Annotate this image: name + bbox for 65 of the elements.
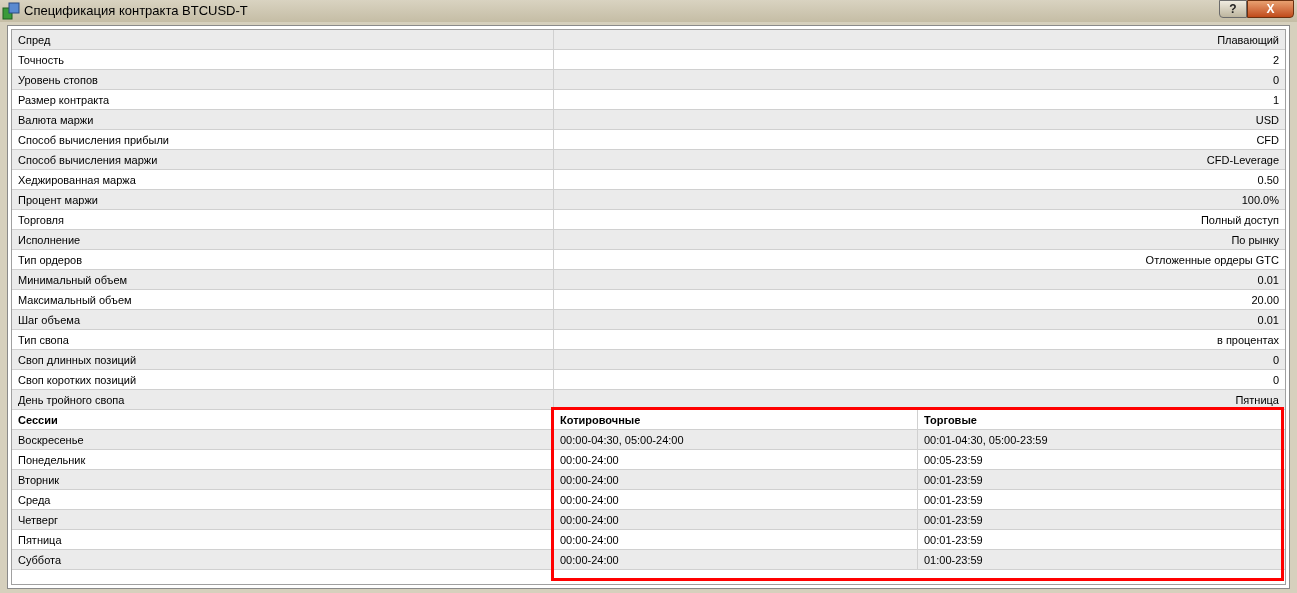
property-label: Своп коротких позиций [12,370,554,389]
property-label: Процент маржи [12,190,554,209]
trade-session: 00:05-23:59 [923,453,984,468]
day-label: Понедельник [12,450,554,469]
property-value: 0 [1271,353,1280,368]
property-value: Плавающий [1216,33,1280,48]
property-label: Размер контракта [12,90,554,109]
property-label: Тип свопа [12,330,554,349]
property-value: Пятница [1234,393,1280,408]
property-label: Шаг объема [12,310,554,329]
help-button[interactable]: ? [1219,0,1247,18]
property-label: Точность [12,50,554,69]
column-header: Торговые [923,413,978,428]
property-value: 100.0% [1240,193,1280,208]
quote-session: 00:00-24:00 [554,490,918,509]
day-label: Пятница [12,530,554,549]
property-label: Спред [12,30,554,49]
property-label: Своп длинных позиций [12,350,554,369]
day-label: Среда [12,490,554,509]
property-label: День тройного свопа [12,390,554,409]
property-value: 2 [1271,53,1280,68]
trade-session: 00:01-23:59 [923,513,984,528]
trade-session: 00:01-04:30, 05:00-23:59 [923,433,1049,448]
app-icon [2,2,20,20]
property-value: 0 [1271,73,1280,88]
property-value: 1 [1271,93,1280,108]
property-label: Торговля [12,210,554,229]
property-label: Хеджированная маржа [12,170,554,189]
property-label: Максимальный объем [12,290,554,309]
property-value: 20.00 [1250,293,1280,308]
property-value: Полный доступ [1199,213,1280,228]
quote-session: 00:00-24:00 [554,470,918,489]
property-value: 0.01 [1256,313,1280,328]
quote-session: 00:00-04:30, 05:00-24:00 [554,430,918,449]
trade-session: 01:00-23:59 [923,553,984,568]
quote-session: 00:00-24:00 [554,510,918,529]
property-label: Минимальный объем [12,270,554,289]
trade-session: 00:01-23:59 [923,493,984,508]
property-value: в процентах [1216,333,1280,348]
property-label: Способ вычисления маржи [12,150,554,169]
property-value: По рынку [1230,233,1280,248]
property-label: Валюта маржи [12,110,554,129]
day-label: Четверг [12,510,554,529]
property-label: Уровень стопов [12,70,554,89]
property-value: USD [1254,113,1280,128]
trade-session: 00:01-23:59 [923,473,984,488]
property-label: Способ вычисления прибыли [12,130,554,149]
quote-session: 00:00-24:00 [554,550,918,569]
property-value: Отложенные ордеры GTC [1144,253,1280,268]
property-value: 0.50 [1256,173,1280,188]
property-value: CFD [1255,133,1280,148]
column-header: Котировочные [554,410,918,429]
day-label: Вторник [12,470,554,489]
window-title: Спецификация контракта BTCUSD-T [24,2,248,21]
trade-session: 00:01-23:59 [923,533,984,548]
property-value: CFD-Leverage [1205,153,1280,168]
column-header: Сессии [12,410,554,429]
property-label: Тип ордеров [12,250,554,269]
day-label: Суббота [12,550,554,569]
day-label: Воскресенье [12,430,554,449]
property-value: 0 [1271,373,1280,388]
quote-session: 00:00-24:00 [554,450,918,469]
property-value: 0.01 [1256,273,1280,288]
property-label: Исполнение [12,230,554,249]
quote-session: 00:00-24:00 [554,530,918,549]
